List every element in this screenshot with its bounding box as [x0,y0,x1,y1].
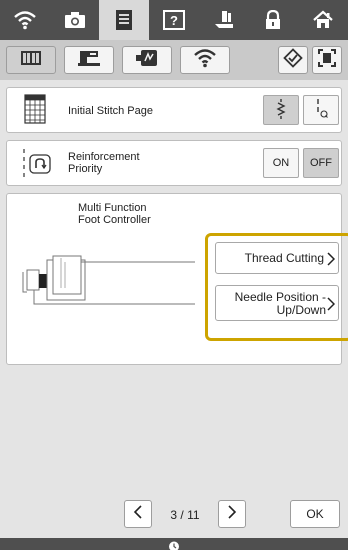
initial-stitch-page-row: Initial Stitch Page [6,87,342,133]
sewing-machine-icon [77,49,101,72]
embroidery-frame-icon [135,49,159,72]
chevron-left-icon [133,504,143,524]
help-tab[interactable]: ? [149,0,199,40]
wifi-tab[interactable] [0,0,50,40]
svg-text:?: ? [170,13,178,28]
page-indicator: 3 / 11 [170,508,200,522]
settings-category-bar [0,40,348,80]
presser-foot-tab[interactable] [199,0,249,40]
foot-controller-diagram [17,248,207,333]
camera-icon [64,11,86,29]
clock-icon [168,539,180,550]
zigzag-stitch-icon [274,98,288,123]
home-tab[interactable] [298,0,348,40]
stitch-option-zigzag[interactable] [263,95,299,125]
foot-controller-label-line2: Foot Controller [78,214,151,226]
highlight-frame [205,233,348,341]
reinforcement-off-button[interactable]: OFF [303,148,339,178]
reinforcement-label-line1: Reinforcement [68,151,140,163]
memory-button[interactable] [278,46,308,74]
screen-capture-button[interactable] [312,46,342,74]
initial-stitch-page-label: Initial Stitch Page [68,105,153,117]
wifi-icon [13,10,37,30]
help-icon: ? [163,10,186,30]
wireless-settings-tab[interactable] [180,46,230,74]
embroidery-settings-tab[interactable] [122,46,172,74]
sewing-settings-tab[interactable] [64,46,114,74]
bottom-bar: 3 / 11 OK [0,492,348,538]
reinforcement-stitch-icon [17,148,53,183]
chevron-right-icon [227,504,237,524]
stitch-grid-icon [24,94,46,129]
status-footer [0,538,348,550]
wifi-icon [193,48,217,73]
memory-icon [283,47,303,73]
foot-controller-label-line1: Multi Function [78,202,147,214]
home-icon [312,10,334,30]
presser-foot-icon [213,10,235,30]
lock-icon [264,10,282,30]
reinforcement-on-button[interactable]: ON [263,148,299,178]
screen-capture-icon [317,48,337,73]
ok-button[interactable]: OK [290,500,340,528]
top-toolbar: ? [0,0,348,40]
document-icon [114,9,134,31]
reinforcement-priority-row: Reinforcement Priority ON OFF [6,140,342,186]
next-page-button[interactable] [218,500,246,528]
general-settings-tab[interactable] [6,46,56,74]
previous-page-button[interactable] [124,500,152,528]
reinforcement-label-line2: Priority [68,163,103,175]
stitch-option-straight[interactable] [303,95,339,125]
book-icon [20,49,42,72]
settings-page-tab[interactable] [99,0,150,40]
lock-tab[interactable] [249,0,299,40]
straight-stitch-icon [313,98,329,123]
camera-tab[interactable] [50,0,100,40]
